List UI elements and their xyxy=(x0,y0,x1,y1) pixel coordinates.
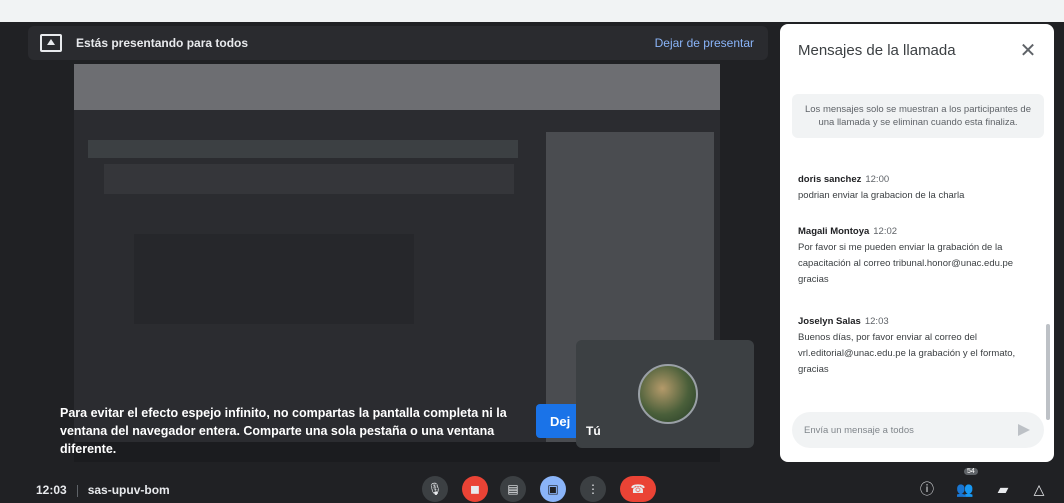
message-sender: Joselyn Salas xyxy=(798,316,861,327)
chat-input-placeholder: Envía un mensaje a todos xyxy=(804,424,914,436)
chat-notice: Los mensajes solo se muestran a los part… xyxy=(792,94,1044,138)
more-options-icon[interactable]: ⋮ xyxy=(580,476,606,502)
avatar xyxy=(638,364,698,424)
message-text: podrian enviar la grabacion de la charla xyxy=(798,190,965,201)
meeting-controls-bar: 12:03 sas-upuv-bom 🎙 ◼ ▤ ▣ ⋮ ☎ ⓘ 👥 54 ▰ △ xyxy=(0,468,1064,503)
mirror-video-area xyxy=(104,164,514,194)
people-icon[interactable]: 👥 xyxy=(956,480,974,498)
chat-title: Mensajes de la llamada xyxy=(798,42,956,59)
send-icon[interactable] xyxy=(1018,424,1030,436)
info-icon[interactable]: ⓘ xyxy=(918,480,936,498)
message-text: Por favor si me pueden enviar la grabaci… xyxy=(798,242,1014,285)
message-time: 12:02 xyxy=(873,226,898,237)
message-sender: doris sanchez xyxy=(798,174,862,185)
chat-panel: Mensajes de la llamada ✕ Los mensajes so… xyxy=(780,24,1054,462)
present-screen-icon xyxy=(40,34,62,52)
chat-scrollbar[interactable] xyxy=(1046,324,1050,420)
end-call-icon[interactable]: ☎ xyxy=(620,476,656,502)
microphone-icon[interactable]: 🎙 xyxy=(422,476,448,502)
self-video-tile: Tú xyxy=(576,340,754,448)
participant-count-badge: 54 xyxy=(964,468,978,475)
message-text: Buenos días, por favor enviar al correo … xyxy=(798,332,1016,375)
presenting-text: Estás presentando para todos xyxy=(76,36,249,50)
activities-icon[interactable]: △ xyxy=(1030,480,1048,498)
chat-icon[interactable]: ▰ xyxy=(994,480,1012,498)
message-time: 12:00 xyxy=(865,174,890,185)
divider xyxy=(76,484,78,497)
browser-top-strip xyxy=(0,0,1064,22)
chat-message: doris sanchez 12:00 podrian enviar la gra… xyxy=(798,172,1038,204)
mirror-warning-text: Para evitar el efecto espejo infinito, n… xyxy=(60,406,507,456)
meeting-info: 12:03 sas-upuv-bom xyxy=(36,483,170,497)
stop-presenting-button[interactable]: Dejar de presentar xyxy=(655,36,754,50)
message-sender: Magali Montoya xyxy=(798,226,870,237)
mirror-meeting-banner xyxy=(88,140,518,158)
self-label: Tú xyxy=(586,424,601,438)
message-time: 12:03 xyxy=(864,316,889,327)
chat-message: Magali Montoya 12:02 Por favor si me pued… xyxy=(798,224,1038,288)
meeting-code: sas-upuv-bom xyxy=(87,483,170,497)
chat-message: Joselyn Salas 12:03 Buenos días, por favo… xyxy=(798,314,1038,378)
present-now-icon[interactable]: ▣ xyxy=(540,476,566,502)
mirror-browser-bar xyxy=(74,64,720,110)
camera-off-icon[interactable]: ◼ xyxy=(462,476,488,502)
presenting-banner: Estás presentando para todos Dejar de pr… xyxy=(28,26,768,60)
close-icon[interactable]: ✕ xyxy=(1016,38,1040,62)
chat-message-input[interactable]: Envía un mensaje a todos xyxy=(792,412,1044,448)
mirror-content xyxy=(134,234,414,324)
dismiss-warning-button[interactable]: Dej xyxy=(536,404,576,438)
meeting-time: 12:03 xyxy=(36,483,67,497)
captions-icon[interactable]: ▤ xyxy=(500,476,526,502)
